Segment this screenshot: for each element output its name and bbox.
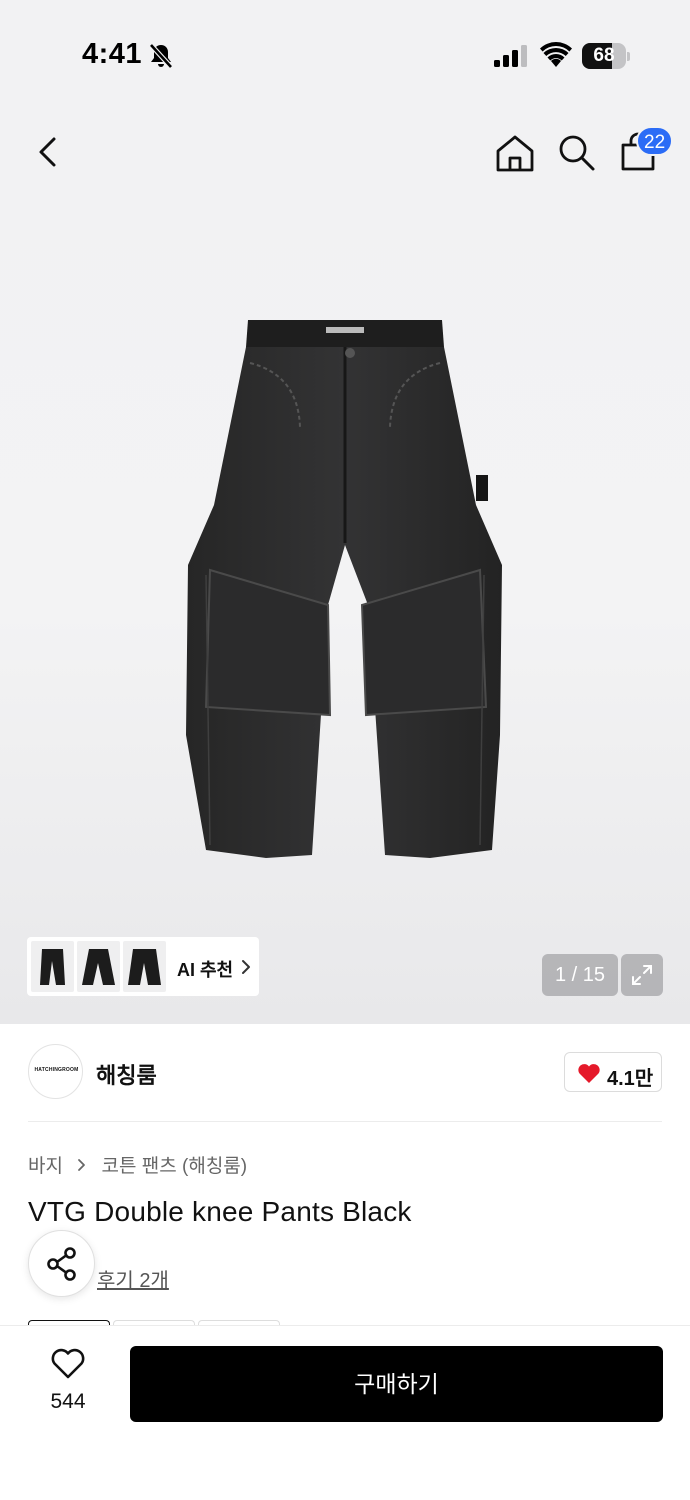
recommendation-thumbnail[interactable] <box>77 941 120 992</box>
review-link[interactable]: 후기 2개 <box>97 1264 169 1293</box>
status-time: 4:41 <box>82 38 143 70</box>
brand-row: HATCHINGROOM 해칭룸 4.1만 <box>28 1024 662 1122</box>
bottom-action-bar: 544 구매하기 <box>0 1325 690 1500</box>
breadcrumb-category[interactable]: 바지 <box>28 1156 63 1177</box>
share-button[interactable] <box>28 1230 95 1297</box>
heart-outline-icon <box>51 1348 85 1379</box>
search-icon[interactable] <box>556 132 596 172</box>
image-counter: 1 / 15 <box>542 954 618 996</box>
product-image[interactable] <box>180 315 510 875</box>
wifi-icon <box>540 42 572 67</box>
wishlist-button[interactable]: 544 <box>28 1348 108 1418</box>
wishlist-count: 544 <box>50 1390 86 1413</box>
expand-button[interactable] <box>621 954 663 996</box>
ai-recommendation-card[interactable]: AI 추천 <box>27 937 259 996</box>
breadcrumb-subcategory[interactable]: 코튼 팬츠 (해칭룸) <box>102 1156 248 1177</box>
battery-percent: 68 <box>593 45 615 66</box>
heart-icon <box>578 1064 600 1083</box>
recommendation-thumbnail[interactable] <box>123 941 166 992</box>
breadcrumb: 바지 코튼 팬츠 (해칭룸) <box>28 1151 247 1178</box>
cart-count-badge: 22 <box>636 126 674 156</box>
product-title: VTG Double knee Pants Black <box>28 1196 412 1227</box>
bell-muted-icon <box>149 43 173 69</box>
battery-indicator: 68 <box>582 43 630 69</box>
cellular-signal-icon <box>494 45 527 67</box>
ai-recommendation-label: AI 추천 <box>177 960 234 980</box>
home-icon[interactable] <box>494 132 536 174</box>
expand-icon <box>632 965 652 985</box>
product-gallery[interactable]: 22 AI 추천 1 / 15 <box>0 110 690 1024</box>
share-icon <box>47 1247 76 1281</box>
brand-logo-text: HATCHINGROOM <box>34 1067 79 1073</box>
status-bar: 4:41 68 <box>0 0 690 110</box>
buy-button[interactable]: 구매하기 <box>130 1346 663 1422</box>
brand-logo[interactable]: HATCHINGROOM <box>28 1044 83 1099</box>
brand-like-count: 4.1만 <box>607 1068 654 1090</box>
back-icon[interactable] <box>30 132 70 172</box>
brand-like-button[interactable]: 4.1만 <box>564 1052 662 1092</box>
chevron-right-icon <box>242 960 250 974</box>
chevron-right-icon <box>78 1158 86 1171</box>
brand-name[interactable]: 해칭룸 <box>96 1058 157 1090</box>
recommendation-thumbnail[interactable] <box>31 941 74 992</box>
